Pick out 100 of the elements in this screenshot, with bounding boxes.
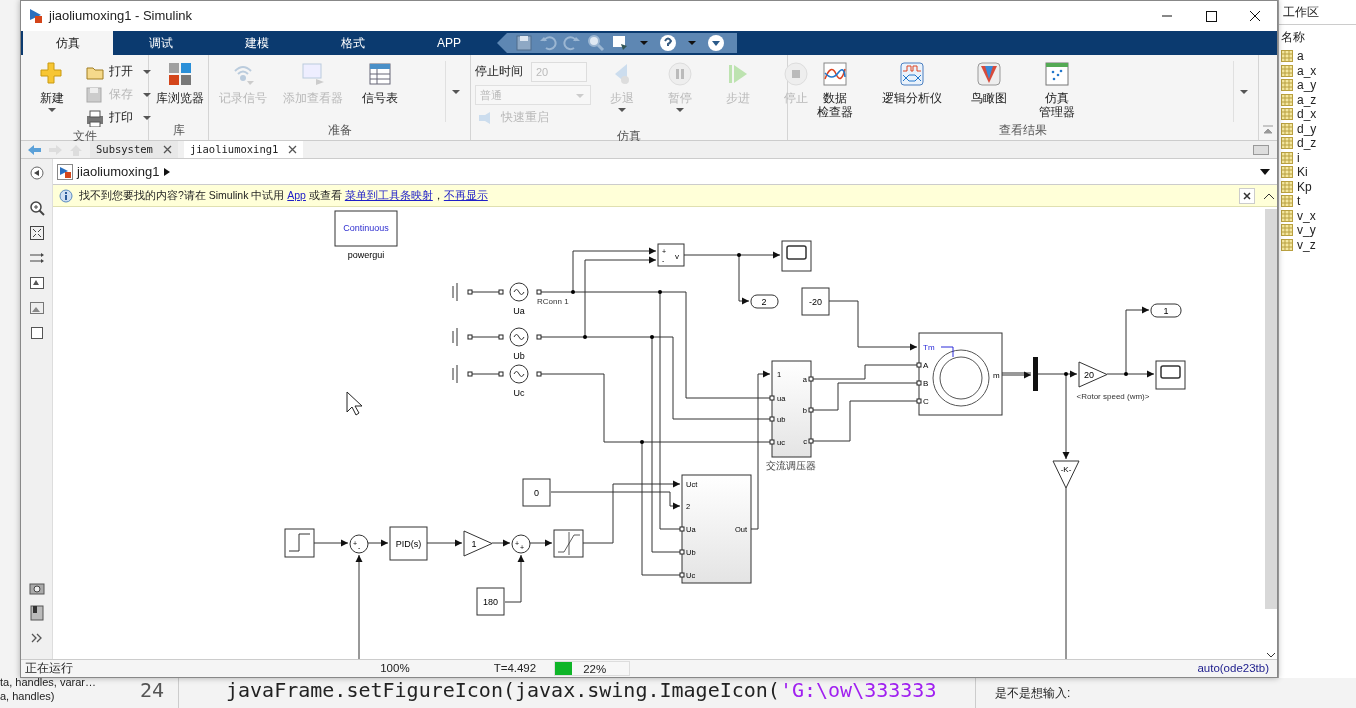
- toolbar-button[interactable]: 新建: [25, 61, 79, 115]
- simulation-time: T=4.492: [493, 660, 537, 676]
- sum-block[interactable]: [349, 534, 369, 554]
- image-icon[interactable]: [28, 300, 45, 316]
- close-icon[interactable]: [288, 145, 298, 154]
- block-text: Continuous: [343, 223, 389, 233]
- status-text: 正在运行: [25, 660, 73, 676]
- block-text: PID(s): [395, 539, 422, 549]
- variable-icon: [1281, 93, 1293, 106]
- save-icon[interactable]: [515, 34, 533, 52]
- monitor-icon: [300, 61, 326, 87]
- subsystem-block[interactable]: [679, 474, 752, 584]
- scope-block[interactable]: [781, 240, 812, 272]
- saturation-block[interactable]: [553, 529, 584, 558]
- scroll-down-icon[interactable]: [1266, 651, 1276, 659]
- ground-icon[interactable]: [452, 327, 473, 347]
- toolbar-button[interactable]: 逻辑分析仪: [876, 61, 948, 106]
- sum-block[interactable]: [511, 534, 531, 554]
- caret-icon[interactable]: [1238, 87, 1250, 96]
- gain-block[interactable]: [463, 530, 493, 557]
- search-icon[interactable]: [587, 34, 605, 52]
- scope-block[interactable]: [1155, 360, 1186, 390]
- book-icon[interactable]: [28, 605, 45, 621]
- block-text: 0: [534, 488, 539, 498]
- fan-icon: [976, 61, 1002, 87]
- breadcrumb-link[interactable]: jiaoliumoxing1: [77, 161, 160, 182]
- bookmark-icon[interactable]: [611, 34, 629, 52]
- signal-line: [470, 336, 500, 338]
- annotation-icon[interactable]: [28, 275, 45, 291]
- info-link[interactable]: 不再显示: [443, 188, 488, 201]
- collapse-icon[interactable]: [1262, 124, 1274, 136]
- signal-line: [426, 539, 463, 547]
- ac-source-block[interactable]: [498, 364, 542, 384]
- document-tab[interactable]: Subsystem: [90, 141, 178, 158]
- menu-icon[interactable]: [707, 34, 725, 52]
- info-link[interactable]: App: [287, 188, 306, 201]
- toolbar-button[interactable]: 信号表: [353, 61, 407, 106]
- caret-icon: [141, 113, 153, 122]
- outport-block[interactable]: [1150, 303, 1182, 318]
- camera-icon[interactable]: [28, 580, 45, 596]
- variable-icon: [1281, 209, 1293, 222]
- toolbar-button[interactable]: 打开: [83, 61, 155, 82]
- step-block[interactable]: [284, 528, 315, 558]
- gain-block[interactable]: [1078, 361, 1108, 388]
- close-icon: [1248, 9, 1262, 23]
- zoom-icon[interactable]: [28, 200, 45, 216]
- measurement-block[interactable]: [657, 243, 685, 267]
- info-link[interactable]: 菜单到工具条映射: [344, 188, 433, 201]
- arrows-icon[interactable]: [28, 250, 45, 266]
- block-text: 1: [1163, 306, 1169, 316]
- scrollbar-thumb[interactable]: [1265, 209, 1277, 609]
- pid-block[interactable]: [389, 526, 428, 561]
- help-icon[interactable]: [659, 34, 677, 52]
- constant-block[interactable]: [476, 587, 505, 616]
- caret-icon: [141, 90, 153, 99]
- table-icon: [367, 61, 393, 87]
- close-icon[interactable]: [162, 145, 172, 154]
- signal-label: <Rotor speed (wm)>: [1076, 392, 1150, 401]
- ribbon-tab[interactable]: 仿真: [23, 31, 113, 55]
- ribbon-tab[interactable]: APP: [401, 31, 497, 55]
- toolbar-button[interactable]: 鸟瞰图: [962, 61, 1016, 106]
- hide-icon[interactable]: [28, 165, 45, 181]
- scroll-up-icon[interactable]: [1263, 191, 1275, 200]
- toolbar-button[interactable]: 库浏览器: [153, 61, 207, 106]
- solver-name[interactable]: auto(ode23tb): [1197, 659, 1269, 678]
- ground-icon[interactable]: [452, 364, 473, 384]
- machine-block[interactable]: [916, 332, 1003, 416]
- constant-block[interactable]: [522, 478, 551, 507]
- ribbon-tab[interactable]: 格式: [305, 31, 401, 55]
- save-icon: [85, 85, 105, 104]
- variable-name[interactable]: i: [1297, 148, 1300, 167]
- toolbar-button[interactable]: 仿真 管理器: [1030, 61, 1084, 120]
- gain-block[interactable]: [1052, 460, 1080, 489]
- column-header[interactable]: 名称: [1279, 25, 1307, 49]
- toolbar-button[interactable]: 打印: [83, 107, 155, 128]
- block-label: Ub: [513, 351, 525, 361]
- block-text: -20: [809, 297, 822, 307]
- ac-source-block[interactable]: [498, 327, 542, 347]
- variable-icon: [1281, 64, 1293, 77]
- progress-text: 22%: [583, 662, 607, 676]
- goto-block[interactable]: [750, 294, 779, 309]
- fit-icon[interactable]: [28, 225, 45, 241]
- bus-line: [1001, 371, 1032, 379]
- powergui-block[interactable]: [334, 210, 398, 247]
- signal-line: [491, 539, 511, 547]
- dropdown-icon[interactable]: [1259, 168, 1271, 177]
- info-icon: [59, 188, 73, 203]
- ribbon-tab[interactable]: 建模: [209, 31, 305, 55]
- info-message: 找不到您要找的内容?请在 Simulink 中试用 App 或查看 菜单到工具条映射，不再显示: [79, 187, 488, 203]
- ribbon-tab[interactable]: 调试: [113, 31, 209, 55]
- square-icon[interactable]: [28, 325, 45, 341]
- document-tab[interactable]: jiaoliumoxing1: [183, 141, 304, 158]
- subsystem-block[interactable]: [769, 360, 814, 458]
- expand-arrow-icon[interactable]: [163, 166, 172, 177]
- constant-block[interactable]: [801, 287, 830, 316]
- block-text: 180: [483, 597, 498, 607]
- ground-icon[interactable]: [452, 282, 473, 302]
- port-label: C: [923, 397, 929, 406]
- block-label: Uc: [513, 388, 525, 398]
- caret-icon[interactable]: [450, 87, 462, 96]
